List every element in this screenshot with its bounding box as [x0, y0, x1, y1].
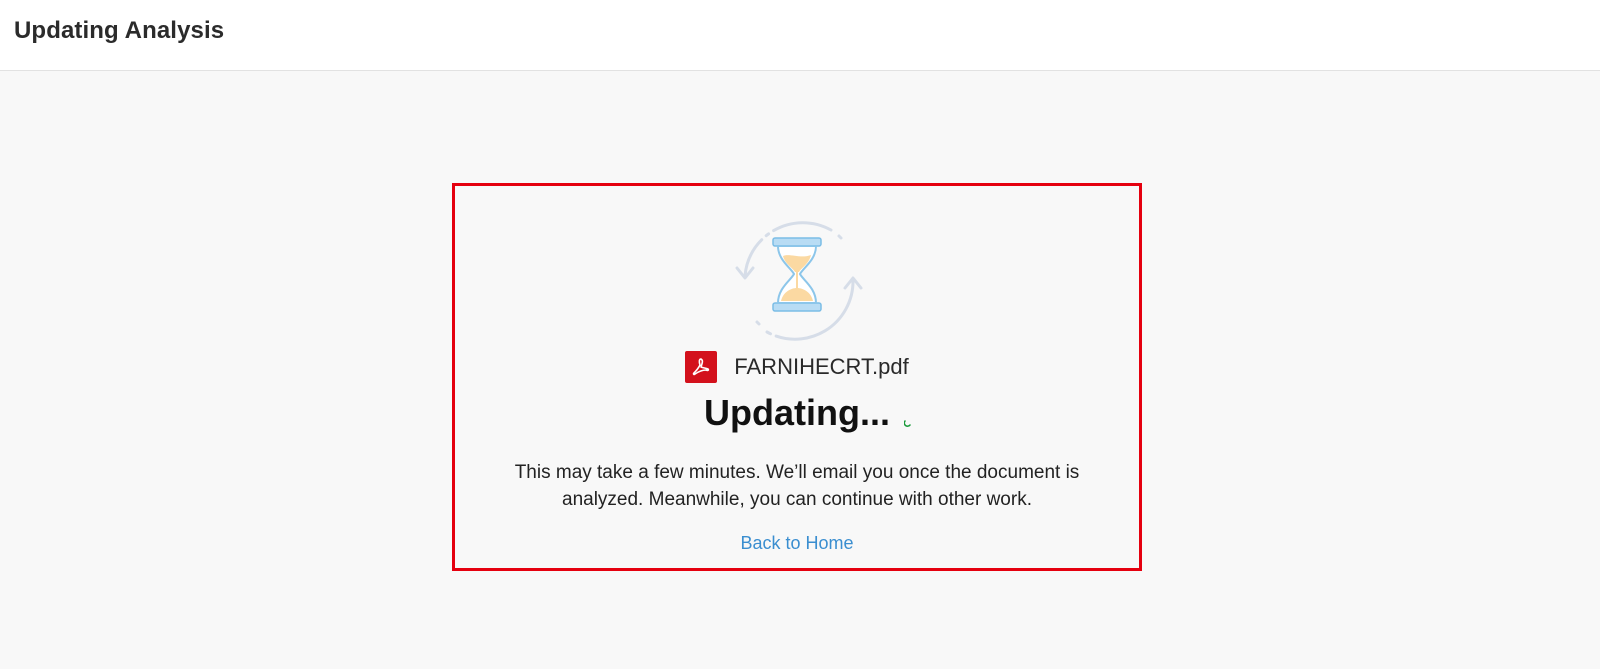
back-to-home-link[interactable]: Back to Home [740, 533, 853, 553]
updating-status-card: FARNIHECRT.pdf Updating... This may take… [452, 183, 1142, 571]
page-header: Updating Analysis [0, 0, 1600, 71]
back-link-container: Back to Home [455, 533, 1139, 554]
status-description: This may take a few minutes. We’ll email… [514, 462, 1080, 510]
file-info: FARNIHECRT.pdf [455, 350, 1139, 384]
page-title: Updating Analysis [14, 17, 225, 44]
hourglass-refresh-icon [731, 212, 867, 344]
pdf-file-icon [685, 351, 718, 383]
loading-spinner-icon [903, 414, 912, 427]
file-name: FARNIHECRT.pdf [734, 354, 909, 379]
status-title: Updating... [704, 392, 890, 433]
